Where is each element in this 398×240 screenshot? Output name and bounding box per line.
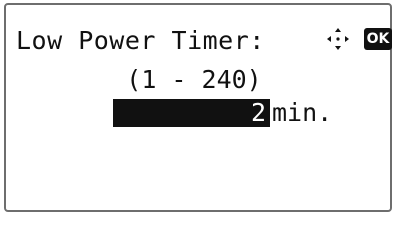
value-range-hint: (1 - 240) [126, 65, 262, 94]
four-way-arrow-icon[interactable] [326, 27, 350, 51]
unit-label: min. [272, 98, 333, 127]
ok-key-icon[interactable]: OK [364, 28, 392, 50]
lcd-panel: Low Power Timer: OK (1 - 240) 2 min. [4, 3, 392, 212]
timer-value-input[interactable]: 2 [113, 99, 270, 127]
screen-title: Low Power Timer: [16, 26, 265, 55]
